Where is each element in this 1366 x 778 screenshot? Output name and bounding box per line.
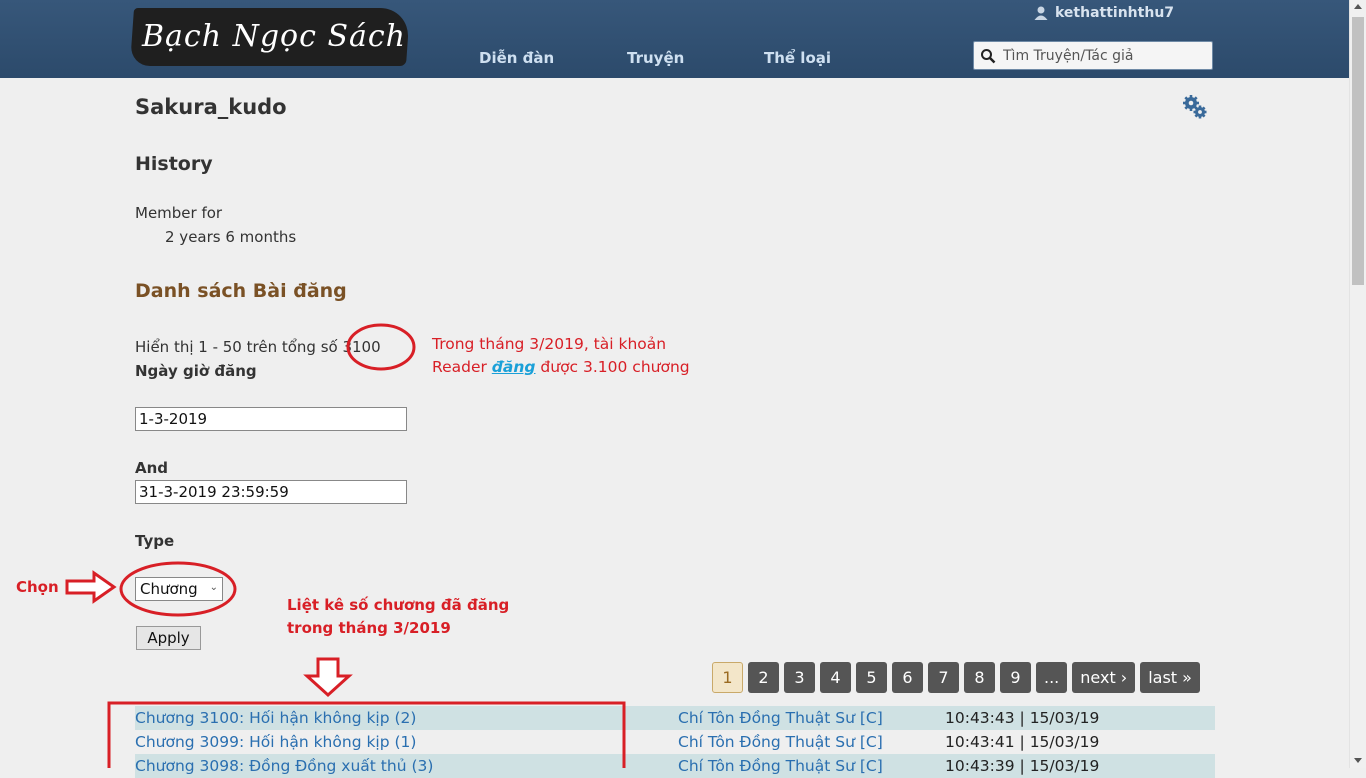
chapter-link[interactable]: Chương 3099: Hối hận không kịp (1) xyxy=(135,730,416,754)
page-title: Sakura_kudo xyxy=(135,95,287,119)
annotation-total-note: Trong tháng 3/2019, tài khoản Reader đăn… xyxy=(432,333,690,379)
vertical-scrollbar[interactable] xyxy=(1349,0,1366,768)
annotation-list-line-2: trong tháng 3/2019 xyxy=(287,619,451,637)
page-2[interactable]: 2 xyxy=(748,662,779,693)
and-label: And xyxy=(135,459,169,477)
page-8[interactable]: 8 xyxy=(964,662,995,693)
type-select[interactable]: Chương ⌄ xyxy=(135,577,223,601)
post-time: 10:43:41 | 15/03/19 xyxy=(945,733,1100,751)
date-to-input[interactable] xyxy=(135,480,407,504)
posts-heading: Danh sách Bài đăng xyxy=(135,280,347,302)
table-row: Chương 3100: Hối hận không kịp (2) Chí T… xyxy=(135,706,1215,730)
user-menu[interactable]: kethattinhthu7 xyxy=(1033,5,1174,21)
next-page-button[interactable]: next › xyxy=(1072,662,1136,693)
member-for-label: Member for xyxy=(135,204,223,222)
date-label: Ngày giờ đăng xyxy=(135,362,257,380)
username: kethattinhthu7 xyxy=(1055,5,1175,21)
post-time: 10:43:43 | 15/03/19 xyxy=(945,709,1100,727)
results-total: 3100 xyxy=(342,338,381,356)
annotation-note-emphasis: đăng xyxy=(491,358,536,376)
annotation-list-note: Liệt kê số chương đã đăng trong tháng 3/… xyxy=(287,594,509,640)
search-input[interactable] xyxy=(1001,46,1205,65)
logo-text: Bạch Ngọc Sách xyxy=(142,19,407,54)
history-heading: History xyxy=(135,153,213,175)
annotation-list-line-1: Liệt kê số chương đã đăng xyxy=(287,596,510,614)
post-time: 10:43:39 | 15/03/19 xyxy=(945,757,1100,775)
story-link[interactable]: Chí Tôn Đồng Thuật Sư [C] xyxy=(678,730,883,754)
site-logo[interactable]: Bạch Ngọc Sách xyxy=(129,8,411,66)
page-ellipsis[interactable]: ... xyxy=(1036,662,1068,693)
nav-genres[interactable]: Thể loại xyxy=(764,49,831,67)
page-4[interactable]: 4 xyxy=(820,662,851,693)
search-icon[interactable] xyxy=(980,48,996,64)
gear-icon[interactable] xyxy=(1182,94,1208,120)
chapter-link[interactable]: Chương 3100: Hối hận không kịp (2) xyxy=(135,706,416,730)
page-5[interactable]: 5 xyxy=(856,662,887,693)
page-6[interactable]: 6 xyxy=(892,662,923,693)
type-label: Type xyxy=(135,532,175,550)
story-link[interactable]: Chí Tôn Đồng Thuật Sư [C] xyxy=(678,754,883,778)
page-9[interactable]: 9 xyxy=(1000,662,1031,693)
results-summary-prefix: Hiển thị 1 - 50 trên tổng số xyxy=(135,338,343,356)
date-from-input[interactable] xyxy=(135,407,407,431)
type-select-value: Chương xyxy=(140,580,198,598)
nav-forum[interactable]: Diễn đàn xyxy=(479,49,554,67)
annotation-choose-label: Chọn xyxy=(16,578,59,596)
table-row: Chương 3098: Đồng Đồng xuất thủ (3) Chí … xyxy=(135,754,1215,778)
scroll-up-arrow-icon[interactable] xyxy=(1354,4,1362,9)
page-7[interactable]: 7 xyxy=(928,662,959,693)
annotation-note-line-1: Trong tháng 3/2019, tài khoản xyxy=(432,335,667,353)
apply-button[interactable]: Apply xyxy=(136,626,201,650)
page-3[interactable]: 3 xyxy=(784,662,815,693)
page-1[interactable]: 1 xyxy=(712,662,743,693)
down-arrow-icon xyxy=(303,657,353,698)
last-page-button[interactable]: last » xyxy=(1140,662,1200,693)
results-summary: Hiển thị 1 - 50 trên tổng số 3100 xyxy=(135,338,381,356)
scrollbar-thumb[interactable] xyxy=(1352,17,1364,285)
top-header: Bạch Ngọc Sách Diễn đàn Truyện Thể loại … xyxy=(0,0,1349,78)
annotation-note-line-2: Reader đăng được 3.100 chương xyxy=(432,356,690,379)
right-arrow-icon xyxy=(65,570,117,604)
annotation-note-prefix: Reader xyxy=(432,358,492,376)
member-for-value: 2 years 6 months xyxy=(165,228,297,246)
annotation-note-suffix: được 3.100 chương xyxy=(535,358,690,376)
table-row: Chương 3099: Hối hận không kịp (1) Chí T… xyxy=(135,730,1215,754)
pagination: 1 2 3 4 5 6 7 8 9 ... next › last » xyxy=(712,662,1200,693)
scroll-down-arrow-icon[interactable] xyxy=(1354,758,1362,763)
user-icon xyxy=(1034,6,1048,20)
nav-stories[interactable]: Truyện xyxy=(627,49,684,67)
search-box xyxy=(973,41,1213,70)
chevron-down-icon: ⌄ xyxy=(209,582,218,593)
story-link[interactable]: Chí Tôn Đồng Thuật Sư [C] xyxy=(678,706,883,730)
chapter-link[interactable]: Chương 3098: Đồng Đồng xuất thủ (3) xyxy=(135,754,433,778)
